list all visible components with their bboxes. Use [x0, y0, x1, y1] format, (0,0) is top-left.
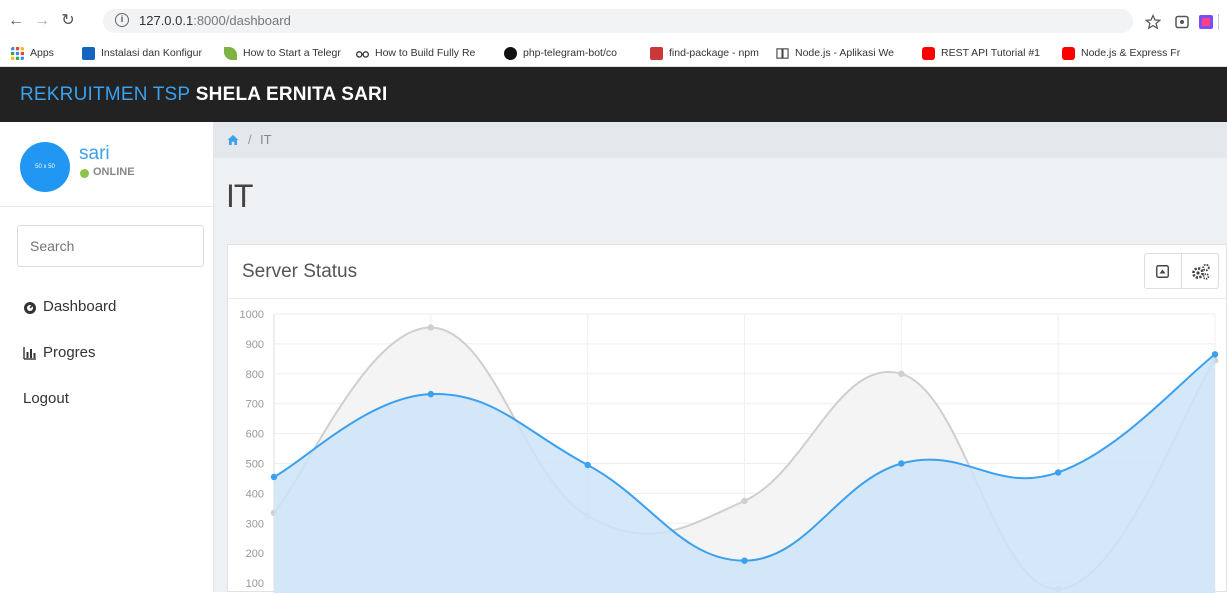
avatar: 50 x 50 — [20, 142, 70, 192]
leaf-icon — [224, 46, 237, 60]
sidebar-item-label: Progres — [43, 344, 96, 361]
bookmarks-bar: Apps Instalasi dan Konfigur How to Start… — [0, 42, 1227, 64]
glasses-icon — [356, 50, 369, 58]
sidebar-item-label: Logout — [23, 390, 69, 407]
sidebar-divider — [0, 206, 213, 207]
bookmark-label: find-package - npm — [669, 47, 759, 59]
page-title: IT — [226, 178, 253, 214]
address-row: ← → ↻ i 127.0.0.1:8000/dashboard — [0, 4, 1227, 38]
bookmark-build[interactable]: How to Build Fully Re — [356, 45, 491, 61]
sidebar-item-label: Dashboard — [43, 298, 117, 315]
toolbar-divider — [1218, 14, 1219, 30]
y-tick-label: 1000 — [240, 309, 264, 321]
youtube-icon — [922, 46, 935, 60]
data-point — [1211, 351, 1219, 358]
app-header: REKRUITMEN TSP SHELA ERNITA SARI — [0, 67, 1227, 122]
bookmark-apps[interactable]: Apps — [11, 45, 71, 61]
dashboard-icon — [24, 301, 36, 314]
data-point — [898, 460, 905, 467]
brand-accent: REKRUITMEN TSP — [20, 84, 191, 105]
panel-tools — [1144, 253, 1219, 289]
online-status-label: ONLINE — [93, 166, 135, 178]
user-name: sari — [79, 143, 110, 164]
apps-grid-icon — [11, 46, 24, 60]
npm-icon — [650, 46, 663, 60]
bookmark-label: Node.js & Express Fr — [1081, 47, 1181, 59]
y-tick-label: 600 — [246, 429, 264, 441]
online-status-dot — [80, 169, 89, 178]
bookmark-github[interactable]: php-telegram-bot/co — [504, 45, 644, 61]
bookmark-nodejs[interactable]: Node.js - Aplikasi We — [776, 45, 916, 61]
y-tick-label: 400 — [246, 488, 264, 500]
address-bar[interactable]: i 127.0.0.1:8000/dashboard — [103, 9, 1133, 33]
sidebar-item-dashboard[interactable]: Dashboard — [23, 298, 116, 315]
pocket-extension-icon[interactable] — [1198, 14, 1214, 30]
bookmark-instalasi[interactable]: Instalasi dan Konfigur — [82, 45, 212, 61]
breadcrumb-separator: / — [248, 132, 252, 147]
extension-icon[interactable] — [1174, 14, 1190, 30]
data-point — [270, 473, 278, 481]
sidebar-item-logout[interactable]: Logout — [23, 390, 69, 407]
main-content: / IT IT Server Status 100 200 300 400 500 600… — [214, 122, 1227, 593]
sidebar: 50 x 50 sari ONLINE Dashboard Progres Lo… — [0, 122, 214, 592]
tool-divider — [1181, 254, 1182, 288]
panel-header: Server Status — [228, 245, 1227, 299]
browser-toolbar: ← → ↻ i 127.0.0.1:8000/dashboard Apps In… — [0, 0, 1227, 67]
data-point — [584, 461, 591, 469]
y-tick-label: 700 — [246, 399, 264, 411]
gears-icon[interactable] — [1191, 263, 1211, 280]
github-icon — [504, 46, 517, 60]
brand-name: SHELA ERNITA SARI — [195, 84, 388, 105]
info-icon[interactable]: i — [115, 13, 129, 27]
site-favicon — [82, 46, 95, 60]
y-tick-label: 100 — [246, 578, 264, 590]
data-point — [1054, 469, 1062, 476]
y-tick-label: 200 — [246, 548, 264, 560]
collapse-icon[interactable] — [1156, 265, 1169, 278]
youtube-icon — [1062, 46, 1075, 60]
y-tick-label: 900 — [246, 339, 264, 351]
y-tick-label: 500 — [246, 459, 264, 471]
server-status-chart: 100 200 300 400 500 600 700 800 900 1000 — [240, 309, 1219, 593]
bookmark-label: REST API Tutorial #1 — [941, 47, 1041, 59]
data-point — [427, 390, 435, 398]
bookmark-label: php-telegram-bot/co — [523, 47, 617, 59]
breadcrumb: / IT — [214, 122, 1227, 158]
data-point — [427, 324, 435, 331]
bookmark-label: How to Start a Telegr — [243, 47, 341, 59]
y-tick-label: 300 — [246, 518, 264, 530]
sidebar-item-progres[interactable]: Progres — [23, 344, 96, 361]
bookmark-express[interactable]: Node.js & Express Fr — [1062, 45, 1182, 61]
back-icon[interactable]: ← — [6, 11, 26, 31]
bookmark-label: Node.js - Aplikasi We — [795, 47, 895, 59]
bar-chart-icon — [23, 346, 36, 360]
bookmark-label: Instalasi dan Konfigur — [101, 47, 202, 59]
chart-area: 100 200 300 400 500 600 700 800 900 1000 — [228, 300, 1227, 593]
home-icon[interactable] — [227, 134, 239, 146]
data-point — [741, 557, 748, 564]
brand-title[interactable]: REKRUITMEN TSP SHELA ERNITA SARI — [20, 84, 387, 106]
bookmark-label: How to Build Fully Re — [375, 47, 476, 59]
data-point — [898, 370, 905, 377]
data-point — [741, 497, 748, 505]
url-text[interactable]: 127.0.0.1:8000/dashboard — [139, 13, 291, 28]
panel-title: Server Status — [242, 261, 358, 282]
bookmark-npm[interactable]: find-package - npm — [650, 45, 770, 61]
search-input[interactable] — [17, 225, 204, 267]
reload-icon[interactable]: ↻ — [58, 11, 78, 31]
book-icon — [776, 47, 789, 59]
bookmark-rest-api[interactable]: REST API Tutorial #1 — [922, 45, 1042, 61]
forward-icon[interactable]: → — [32, 11, 52, 31]
bookmark-label: Apps — [30, 47, 54, 59]
breadcrumb-current: IT — [260, 132, 272, 147]
y-tick-label: 800 — [246, 369, 264, 381]
star-icon[interactable] — [1145, 14, 1161, 30]
server-status-panel: Server Status 100 200 300 400 500 600 700 800 90… — [227, 244, 1227, 593]
bookmark-telegram[interactable]: How to Start a Telegr — [224, 45, 349, 61]
